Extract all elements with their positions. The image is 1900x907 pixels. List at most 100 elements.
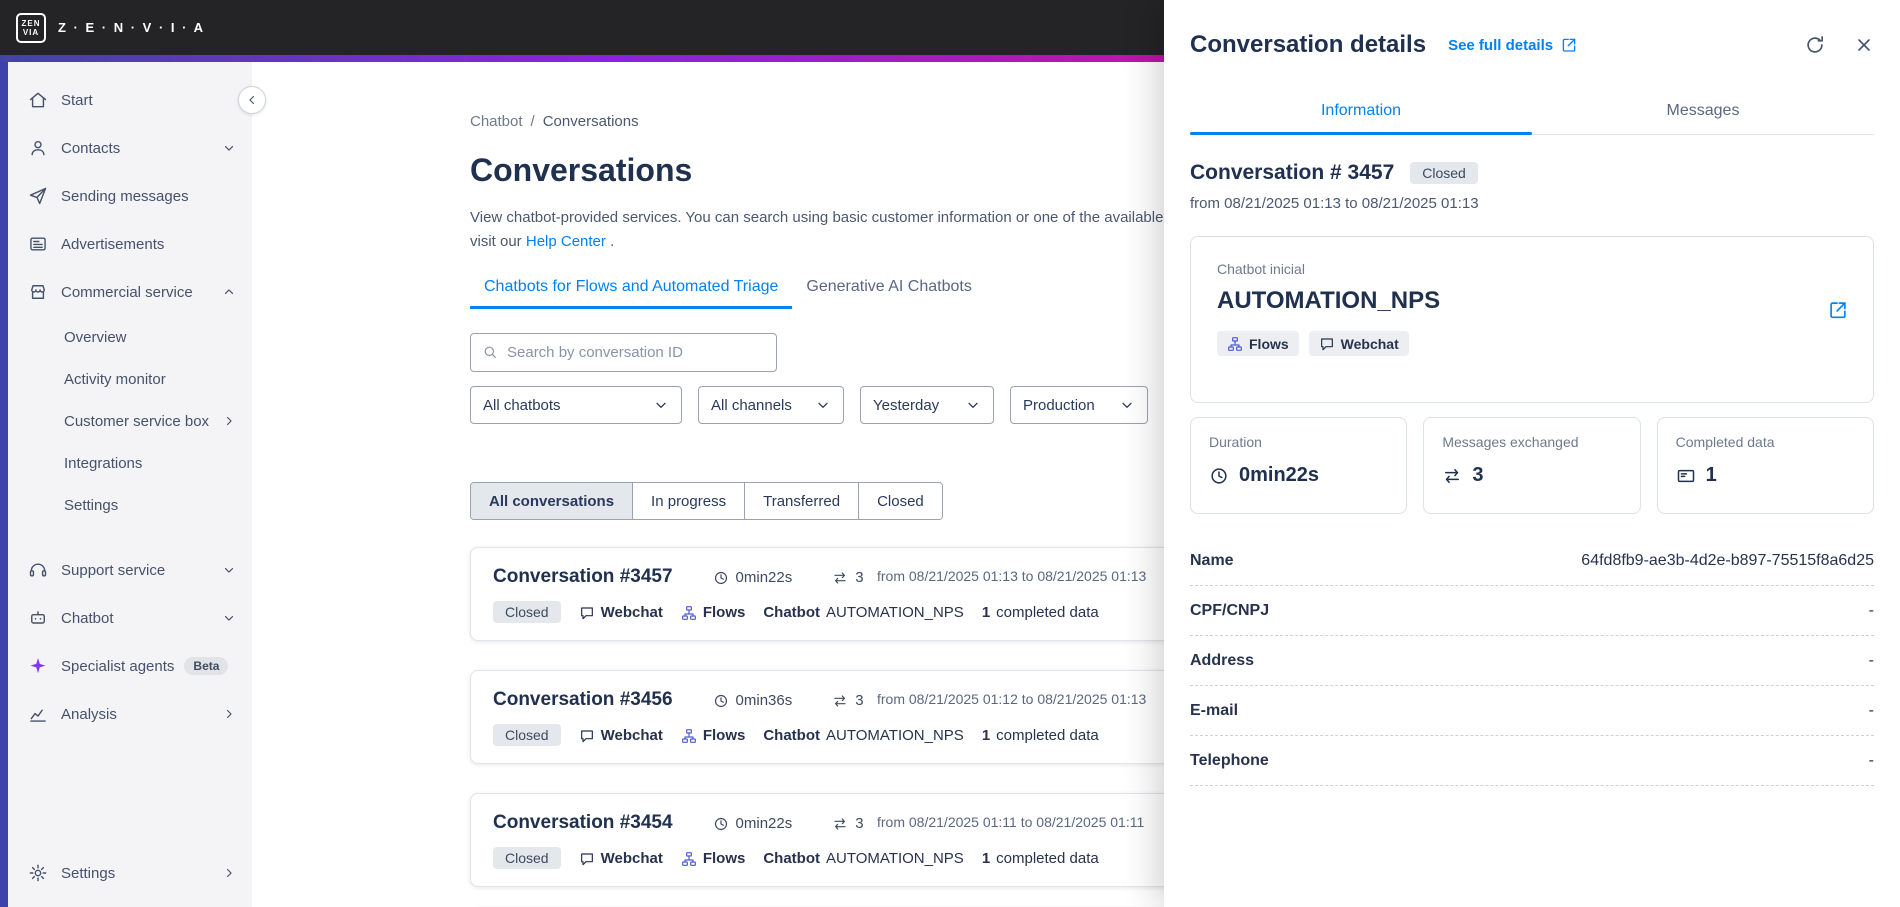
chevron-down-icon <box>965 397 981 413</box>
help-center-link[interactable]: Help Center <box>526 233 606 250</box>
brand-text: Z · E · N · V · I · A <box>58 20 205 35</box>
chatbot-type-tabs: Chatbots for Flows and Automated Triage … <box>470 272 1230 309</box>
flows-tag: Flows <box>1217 331 1299 357</box>
breadcrumb-chatbot[interactable]: Chatbot <box>470 113 523 130</box>
select-value: Production <box>1023 396 1095 414</box>
sidebar-item-settings[interactable]: Settings <box>8 849 252 897</box>
sidebar-item-label: Chatbot <box>61 609 114 627</box>
refresh-button[interactable] <box>1804 34 1826 56</box>
sidebar-item-label: Start <box>61 91 93 109</box>
chatbot-card: Chatbot inicial AUTOMATION_NPS Flows Web… <box>1190 236 1874 403</box>
robot-icon <box>28 608 48 628</box>
sidebar-collapse-button[interactable] <box>238 86 266 114</box>
clock-icon <box>713 568 729 585</box>
completed-data: 1 completed data <box>981 603 1099 621</box>
conversation-period: from 08/21/2025 01:13 to 08/21/2025 01:1… <box>877 568 1147 584</box>
conversation-card[interactable]: Conversation #3454 0min22s 3 from 08/21/… <box>470 793 1230 887</box>
contact-details: Name 64fd8fb9-ae3b-4d2e-b897-75515f8a6d2… <box>1190 536 1874 786</box>
detail-row-telephone: Telephone - <box>1190 736 1874 786</box>
sidebar-item-specialist-agents[interactable]: Specialist agents Beta <box>8 642 252 690</box>
filter-all-chatbots[interactable]: All chatbots <box>470 386 682 424</box>
exchange-icon <box>832 568 848 585</box>
type-tag: Flows <box>681 603 745 621</box>
clock-icon <box>1209 466 1229 486</box>
chatbot-card-name: AUTOMATION_NPS <box>1217 287 1441 314</box>
sidebar-item-settings-sub[interactable]: Settings <box>8 484 252 526</box>
type-tag: Flows <box>681 849 745 867</box>
channel-tag: Webchat <box>579 603 663 621</box>
conversation-duration: 0min22s <box>713 568 792 586</box>
tab-generative-ai-chatbots[interactable]: Generative AI Chatbots <box>792 272 985 309</box>
search-input[interactable] <box>507 344 765 361</box>
conversation-list: Conversation #3457 0min22s 3 from 08/21/… <box>470 547 1230 907</box>
zenvia-logo[interactable]: ZEN VIA Z · E · N · V · I · A <box>16 12 205 43</box>
chatbot-card-label: Chatbot inicial <box>1217 261 1305 277</box>
completed-data: 1 completed data <box>981 849 1099 867</box>
description-line2: visit our <box>470 233 522 250</box>
chat-bubble-icon <box>579 726 595 743</box>
chat-bubble-icon <box>1319 335 1335 352</box>
close-button[interactable] <box>1854 35 1874 55</box>
clock-icon <box>713 691 729 708</box>
tab-messages[interactable]: Messages <box>1532 94 1874 134</box>
stat-messages-exchanged: Messages exchanged 3 <box>1423 417 1641 514</box>
sidebar-item-commercial-service[interactable]: Commercial service <box>8 268 252 316</box>
chat-bubble-icon <box>579 849 595 866</box>
sidebar-item-advertisements[interactable]: Advertisements <box>8 220 252 268</box>
stat-completed-data: Completed data 1 <box>1656 417 1874 514</box>
exchange-icon <box>832 691 848 708</box>
status-badge: Closed <box>1410 162 1478 184</box>
sidebar: Start Contacts Sending messages Advertis… <box>8 62 252 907</box>
sidebar-item-support-service[interactable]: Support service <box>8 546 252 594</box>
sidebar-item-label: Activity monitor <box>64 370 166 388</box>
channel-tag: Webchat <box>579 726 663 744</box>
search-icon <box>482 344 498 362</box>
conversation-card[interactable]: Conversation #3457 0min22s 3 from 08/21/… <box>470 547 1230 641</box>
filter-period[interactable]: Yesterday <box>860 386 994 424</box>
conversation-search <box>470 333 777 372</box>
detail-row-address: Address - <box>1190 636 1874 686</box>
description-suffix: . <box>610 233 615 250</box>
sidebar-item-chatbot[interactable]: Chatbot <box>8 594 252 642</box>
filter-in-progress[interactable]: In progress <box>633 483 746 519</box>
tab-information[interactable]: Information <box>1190 94 1532 135</box>
flow-icon <box>681 726 697 743</box>
sidebar-item-contacts[interactable]: Contacts <box>8 124 252 172</box>
sidebar-item-customer-service-box[interactable]: Customer service box <box>8 400 252 442</box>
chevron-right-icon <box>222 414 236 428</box>
completed-data: 1 completed data <box>981 726 1099 744</box>
sidebar-item-activity-monitor[interactable]: Activity monitor <box>8 358 252 400</box>
select-value: Yesterday <box>873 396 940 414</box>
see-full-details-link[interactable]: See full details <box>1448 36 1578 54</box>
conversation-card[interactable]: Conversation #3456 0min36s 3 from 08/21/… <box>470 670 1230 764</box>
filter-environment[interactable]: Production <box>1010 386 1148 424</box>
form-card-icon <box>1676 466 1696 486</box>
filter-all-conversations[interactable]: All conversations <box>471 483 634 519</box>
sidebar-item-label: Analysis <box>61 705 117 723</box>
sidebar-item-integrations[interactable]: Integrations <box>8 442 252 484</box>
select-value: All channels <box>711 396 792 414</box>
detail-row-email: E-mail - <box>1190 686 1874 736</box>
store-icon <box>28 282 48 302</box>
sidebar-item-start[interactable]: Start <box>8 76 252 124</box>
sidebar-item-label: Overview <box>64 328 127 346</box>
filter-transferred[interactable]: Transferred <box>745 483 860 519</box>
sidebar-item-overview[interactable]: Overview <box>8 316 252 358</box>
chevron-down-icon <box>1119 397 1135 413</box>
chevron-right-icon <box>222 866 236 880</box>
filter-all-channels[interactable]: All channels <box>698 386 844 424</box>
conversation-period: from 08/21/2025 01:11 to 08/21/2025 01:1… <box>877 814 1145 830</box>
breadcrumb-separator: / <box>530 112 535 130</box>
sidebar-item-analysis[interactable]: Analysis <box>8 690 252 738</box>
sidebar-item-label: Specialist agents <box>61 657 175 675</box>
exchange-icon <box>832 814 848 831</box>
open-chatbot-external-link[interactable] <box>1827 299 1849 321</box>
chatbot-name: Chatbot AUTOMATION_NPS <box>763 849 964 867</box>
chevron-down-icon <box>815 397 831 413</box>
status-badge: Closed <box>493 601 561 623</box>
sidebar-item-label: Contacts <box>61 139 121 157</box>
tab-flows-chatbots[interactable]: Chatbots for Flows and Automated Triage <box>470 272 793 309</box>
filter-closed[interactable]: Closed <box>859 483 942 519</box>
sidebar-item-sending-messages[interactable]: Sending messages <box>8 172 252 220</box>
